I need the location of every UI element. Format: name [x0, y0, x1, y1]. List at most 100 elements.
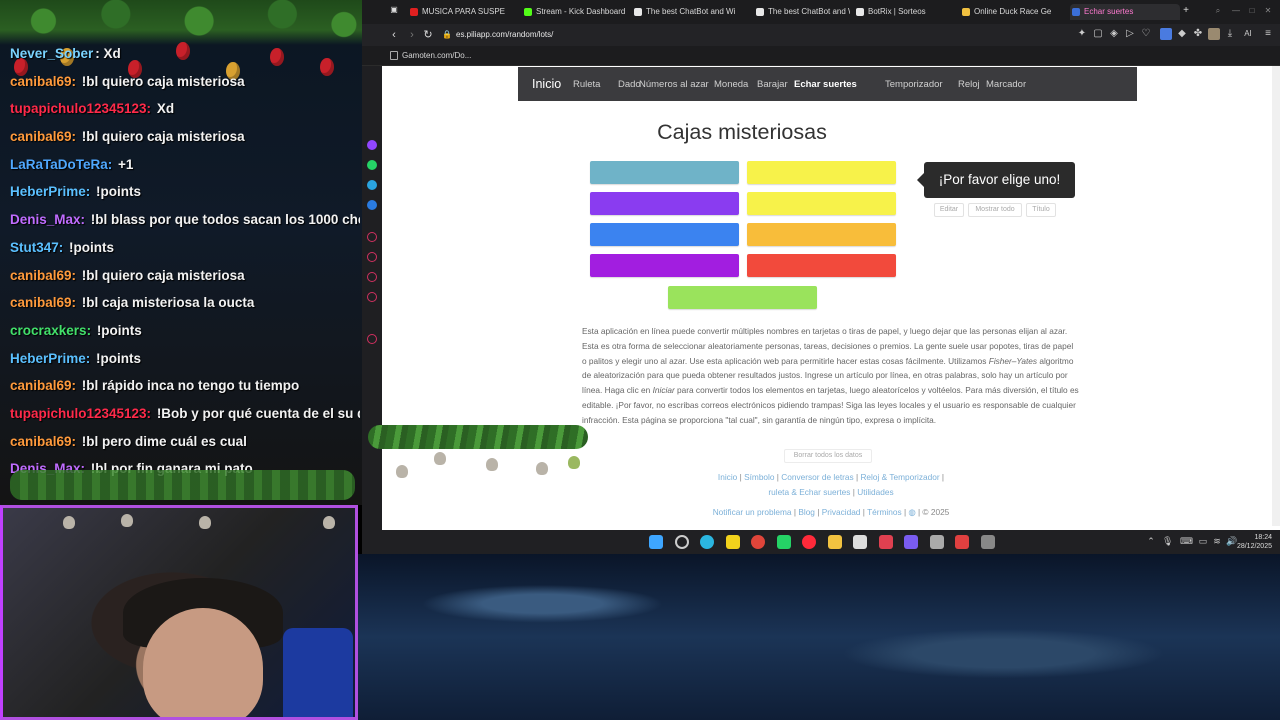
history-icon[interactable]: [367, 272, 377, 282]
chat-username[interactable]: Stut347:: [10, 240, 63, 255]
clock[interactable]: 18:24 28/12/2025: [1237, 533, 1272, 551]
site-brand-link[interactable]: Inicio: [532, 77, 561, 91]
edge-icon[interactable]: [700, 535, 714, 549]
page-title[interactable]: Cajas misteriosas: [382, 120, 1102, 145]
chat-username[interactable]: Never_Sober: [10, 46, 93, 61]
reload-icon[interactable]: ↻: [420, 27, 436, 43]
mystery-box[interactable]: [747, 254, 896, 277]
globe-icon[interactable]: ◍: [908, 507, 915, 517]
chat-username[interactable]: canibal69:: [10, 295, 76, 310]
site-nav-link[interactable]: Ruleta: [573, 79, 600, 90]
site-nav-link[interactable]: Moneda: [714, 79, 748, 90]
footer-link[interactable]: Reloj & Temporizador: [860, 472, 939, 482]
download-icon[interactable]: [367, 292, 377, 302]
maximize-icon[interactable]: □: [1244, 3, 1260, 19]
menu-icon[interactable]: ≡: [1262, 28, 1274, 40]
extensions-icon[interactable]: ✤: [1192, 28, 1204, 40]
bookmark-icon[interactable]: ✦: [1076, 28, 1088, 40]
footer-link[interactable]: Utilidades: [857, 487, 893, 497]
monitor-icon[interactable]: ▭: [1198, 536, 1208, 546]
app3-icon[interactable]: [929, 535, 944, 549]
ai-icon[interactable]: AI: [1240, 28, 1256, 40]
chat-username[interactable]: canibal69:: [10, 268, 76, 283]
browser-tab[interactable]: Online Duck Race Ge: [960, 4, 1064, 20]
footer-link[interactable]: Inicio: [718, 472, 737, 482]
app1-icon[interactable]: [878, 535, 893, 549]
opera-icon[interactable]: [802, 535, 816, 549]
site-nav-link[interactable]: Dado: [618, 79, 641, 90]
screenshot-icon[interactable]: ▢: [1092, 28, 1104, 40]
app4-icon[interactable]: [955, 535, 969, 549]
search-tabs-icon[interactable]: ⌕: [1210, 3, 1226, 19]
tab-menu-icon[interactable]: ▣: [388, 4, 400, 16]
site-nav-link[interactable]: Echar suertes: [794, 79, 857, 90]
show-all-button[interactable]: Mostrar todo: [968, 203, 1022, 217]
chat-username[interactable]: canibal69:: [10, 129, 76, 144]
microphone-icon[interactable]: 🎙: [1162, 536, 1173, 546]
clear-data-button[interactable]: Borrar todos los datos: [784, 449, 872, 463]
scrollbar[interactable]: [1272, 66, 1280, 526]
mystery-box[interactable]: [668, 286, 817, 309]
mystery-box[interactable]: [590, 161, 739, 184]
heart-icon[interactable]: ♡: [1140, 28, 1152, 40]
files-icon[interactable]: [827, 535, 842, 549]
store-icon[interactable]: [853, 535, 867, 549]
play-icon[interactable]: ▷: [1124, 28, 1136, 40]
clock-icon[interactable]: [367, 232, 377, 242]
site-nav-link[interactable]: Barajar: [757, 79, 788, 90]
avatar[interactable]: [1208, 28, 1220, 40]
footer-link[interactable]: Conversor de letras: [781, 472, 853, 482]
chevron-up-icon[interactable]: ⌃: [1146, 536, 1156, 546]
footer-link[interactable]: Privacidad: [822, 507, 861, 517]
app2-icon[interactable]: [904, 535, 918, 549]
chat-username[interactable]: canibal69:: [10, 74, 76, 89]
footer-link[interactable]: ruleta & Echar suertes: [768, 487, 850, 497]
browser-tab[interactable]: The best ChatBot and Wi: [754, 4, 850, 20]
address-bar[interactable]: 🔒 es.piliapp.com/random/lots/: [438, 27, 1058, 43]
settings-icon[interactable]: [367, 334, 377, 344]
chrome-icon[interactable]: [751, 535, 765, 549]
telegram-icon[interactable]: [367, 180, 377, 190]
browser-tab[interactable]: Stream - Kick Dashboard: [522, 4, 626, 20]
mystery-box[interactable]: [590, 192, 739, 215]
wifi-icon[interactable]: ≋: [1212, 536, 1222, 546]
wallet-icon[interactable]: [1160, 28, 1172, 40]
minimize-icon[interactable]: —: [1228, 3, 1244, 19]
site-nav-link[interactable]: Marcador: [986, 79, 1026, 90]
chat-username[interactable]: crocraxkers:: [10, 323, 91, 338]
extension-icon[interactable]: ◆: [1176, 28, 1188, 40]
chat-username[interactable]: HeberPrime:: [10, 184, 90, 199]
mystery-box[interactable]: [747, 161, 896, 184]
site-nav-link[interactable]: Números al azar: [639, 79, 709, 90]
new-tab-icon[interactable]: +: [1178, 3, 1194, 19]
footer-link[interactable]: Símbolo: [744, 472, 774, 482]
chat-username[interactable]: HeberPrime:: [10, 351, 90, 366]
whatsapp-icon[interactable]: [367, 160, 377, 170]
search-icon[interactable]: [674, 535, 689, 549]
title-button[interactable]: Título: [1026, 203, 1056, 217]
chat-username[interactable]: canibal69:: [10, 434, 76, 449]
close-window-icon[interactable]: ✕: [1260, 3, 1276, 19]
download-icon[interactable]: ⤓: [1224, 28, 1236, 40]
shield-icon[interactable]: ◈: [1108, 28, 1120, 40]
chat-username[interactable]: LaRaTaDoTeRa:: [10, 157, 112, 172]
whatsapp-icon[interactable]: [776, 535, 791, 549]
browser-tab[interactable]: Echar suertes: [1070, 4, 1180, 20]
forward-icon[interactable]: ›: [404, 27, 420, 43]
mystery-box[interactable]: [747, 192, 896, 215]
chat-username[interactable]: tupapichulo12345123:: [10, 101, 151, 116]
browser-tab[interactable]: MUSICA PARA SUSPE: [408, 4, 516, 20]
mystery-box[interactable]: [747, 223, 896, 246]
pin-icon[interactable]: [367, 252, 377, 262]
windows-icon[interactable]: [649, 535, 663, 549]
bookmark-item[interactable]: Gamoten.com/Do...: [390, 50, 471, 62]
browser-tab[interactable]: The best ChatBot and Wi: [632, 4, 748, 20]
notes-icon[interactable]: [725, 535, 740, 549]
footer-link[interactable]: Notificar un problema: [713, 507, 792, 517]
site-nav-link[interactable]: Reloj: [958, 79, 980, 90]
browser-tab[interactable]: BotRix | Sorteos: [854, 4, 954, 20]
mystery-box[interactable]: [590, 254, 739, 277]
footer-link[interactable]: Blog: [798, 507, 815, 517]
back-icon[interactable]: ‹: [386, 27, 402, 43]
mystery-box[interactable]: [590, 223, 739, 246]
